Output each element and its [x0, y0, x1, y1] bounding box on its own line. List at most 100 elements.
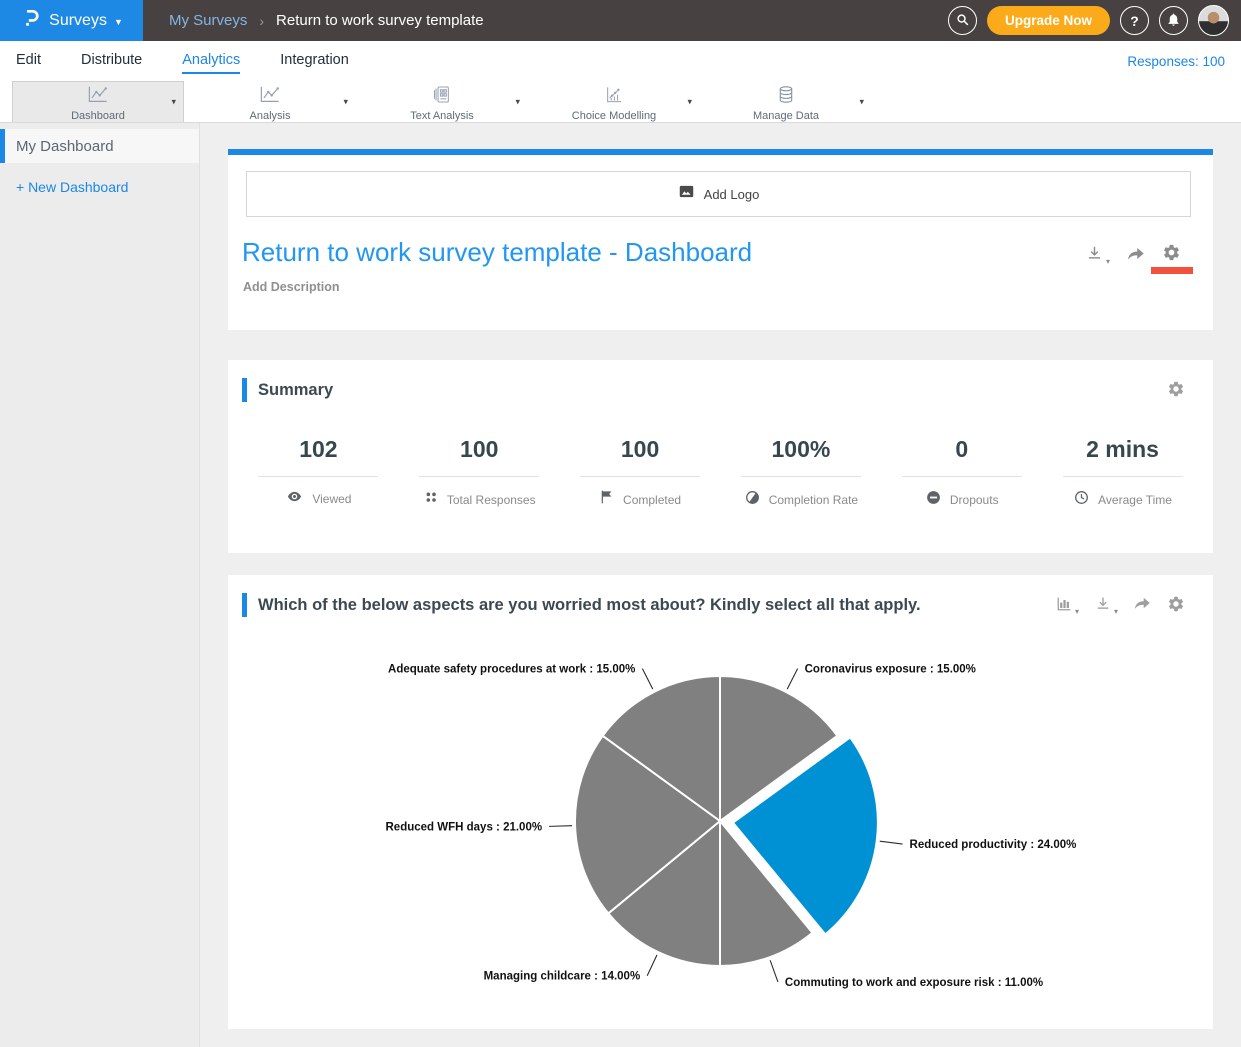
line-chart-icon — [258, 85, 282, 109]
share-button[interactable] — [1126, 244, 1146, 267]
stat-divider — [258, 476, 378, 477]
flag-icon — [599, 489, 615, 510]
help-button[interactable]: ? — [1120, 6, 1149, 35]
breadcrumb-my-surveys[interactable]: My Surveys — [169, 12, 247, 29]
stat-dropouts: 0 Dropouts — [881, 436, 1042, 511]
sidebar-item-my-dashboard[interactable]: My Dashboard — [0, 129, 199, 163]
main-area: My Dashboard + New Dashboard Add Logo Re… — [0, 123, 1241, 1047]
dashboard-content: Add Logo Return to work survey template … — [200, 123, 1241, 1047]
primary-nav: Edit Distribute Analytics Integration — [16, 48, 349, 74]
gear-highlight-bar — [1151, 267, 1193, 274]
chevron-down-icon[interactable]: ▾ — [515, 96, 520, 107]
toolbar-item-dashboard: Dashboard ▾ — [12, 81, 184, 122]
product-label: Surveys — [49, 12, 107, 30]
database-icon — [776, 85, 796, 109]
dashboard-sidebar: My Dashboard + New Dashboard — [0, 123, 200, 1047]
summary-title: Summary — [258, 381, 333, 400]
topbar-actions: Upgrade Now ? — [948, 5, 1241, 36]
title-row: Return to work survey template - Dashboa… — [242, 237, 1195, 268]
stat-divider — [741, 476, 861, 477]
dashboard-header-panel: Add Logo Return to work survey template … — [228, 155, 1213, 330]
chevron-down-icon[interactable]: ▾ — [687, 96, 692, 107]
dashboard-title[interactable]: Return to work survey template - Dashboa… — [242, 237, 752, 268]
question-card-header: Which of the below aspects are you worri… — [228, 575, 1213, 617]
eye-icon — [285, 489, 304, 509]
chevron-down-icon: ▾ — [1106, 257, 1110, 266]
half-circle-icon — [744, 489, 761, 511]
summary-settings-button[interactable] — [1167, 380, 1185, 401]
stat-average-time: 2 mins Average Time — [1042, 436, 1203, 511]
survey-nav: Edit Distribute Analytics Integration Respo… — [0, 41, 1241, 81]
stat-divider — [419, 476, 539, 477]
pie-chart: Coronavirus exposure : 15.00%Reduced pro… — [228, 623, 1213, 1025]
chevron-down-icon[interactable]: ▾ — [343, 96, 348, 107]
add-logo-button[interactable]: Add Logo — [246, 171, 1191, 217]
document-grid-icon — [432, 85, 452, 109]
image-icon — [678, 183, 695, 205]
minus-circle-icon — [925, 489, 942, 511]
chevron-down-icon[interactable]: ▾ — [859, 96, 864, 107]
download-button[interactable]: ▾ — [1085, 244, 1110, 266]
pie-leader-line — [880, 841, 903, 844]
notifications-button[interactable] — [1159, 6, 1188, 35]
analytics-toolbar: Dashboard ▾ Analysis ▾ Text Analysis ▾ C… — [0, 81, 1241, 123]
upgrade-now-button[interactable]: Upgrade Now — [987, 6, 1110, 35]
pie-leader-line — [647, 955, 657, 976]
download-button[interactable]: ▾ — [1094, 595, 1118, 616]
download-icon — [1094, 595, 1112, 616]
dashboard-actions: ▾ — [1085, 237, 1181, 267]
summary-card-header: Summary — [228, 360, 1213, 402]
breadcrumb-separator: › — [259, 13, 264, 29]
stat-divider — [1063, 476, 1183, 477]
card-accent-bar — [242, 593, 247, 617]
stat-divider — [902, 476, 1022, 477]
scatter-chart-icon — [604, 85, 624, 109]
summary-stats: 102 Viewed 100 Total Responses 100 Compl… — [228, 402, 1213, 553]
add-description-button[interactable]: Add Description — [243, 280, 1195, 294]
toolbar-item-choice-modelling: Choice Modelling ▾ — [528, 81, 700, 122]
questionpro-logo-icon — [20, 7, 42, 34]
stat-completed: 100 Completed — [560, 436, 721, 511]
dots-icon — [423, 489, 439, 510]
download-icon — [1085, 244, 1104, 266]
chart-type-button[interactable]: ▾ — [1055, 595, 1079, 616]
stat-total-responses: 100 Total Responses — [399, 436, 560, 511]
breadcrumb: My Surveys › Return to work survey templ… — [169, 12, 484, 29]
nav-item-integration[interactable]: Integration — [280, 48, 349, 74]
pie-leader-line — [549, 826, 572, 827]
nav-item-edit[interactable]: Edit — [16, 48, 41, 74]
share-icon — [1126, 244, 1146, 267]
stat-completion-rate: 100% Completion Rate — [720, 436, 881, 511]
bell-icon — [1166, 12, 1181, 30]
search-button[interactable] — [948, 6, 977, 35]
nav-item-analytics[interactable]: Analytics — [182, 48, 240, 74]
toolbar-item-manage-data: Manage Data ▾ — [700, 81, 872, 122]
breadcrumb-current: Return to work survey template — [276, 12, 484, 29]
gear-icon — [1162, 249, 1181, 266]
question-settings-button[interactable] — [1167, 595, 1185, 616]
chevron-down-icon: ▼ — [114, 17, 123, 27]
chevron-down-icon: ▾ — [1114, 607, 1118, 616]
dashboard-settings-button[interactable] — [1162, 243, 1181, 267]
add-logo-label: Add Logo — [704, 187, 760, 202]
pie-leader-line — [770, 960, 778, 982]
new-dashboard-button[interactable]: + New Dashboard — [16, 179, 199, 195]
summary-card: Summary 102 Viewed 100 — [228, 360, 1213, 553]
share-button[interactable] — [1133, 594, 1152, 616]
pie-slice-label: Managing childcare : 14.00% — [484, 971, 641, 983]
nav-item-distribute[interactable]: Distribute — [81, 48, 142, 74]
gear-icon — [1167, 380, 1185, 401]
responses-count: Responses: 100 — [1127, 54, 1225, 69]
toolbar-item-text-analysis: Text Analysis ▾ — [356, 81, 528, 122]
stat-viewed: 102 Viewed — [238, 436, 399, 511]
chevron-down-icon[interactable]: ▾ — [171, 96, 176, 107]
toolbar-item-analysis: Analysis ▾ — [184, 81, 356, 122]
gear-icon — [1167, 595, 1185, 616]
chevron-down-icon: ▾ — [1075, 607, 1079, 616]
product-switcher[interactable]: Surveys ▼ — [0, 0, 143, 41]
app-window: Surveys ▼ My Surveys › Return to work su… — [0, 0, 1241, 1047]
pie-leader-line — [787, 669, 797, 689]
user-avatar[interactable] — [1198, 5, 1229, 36]
pie-slice-label: Reduced WFH days : 21.00% — [386, 821, 543, 833]
question-title: Which of the below aspects are you worri… — [258, 596, 921, 615]
